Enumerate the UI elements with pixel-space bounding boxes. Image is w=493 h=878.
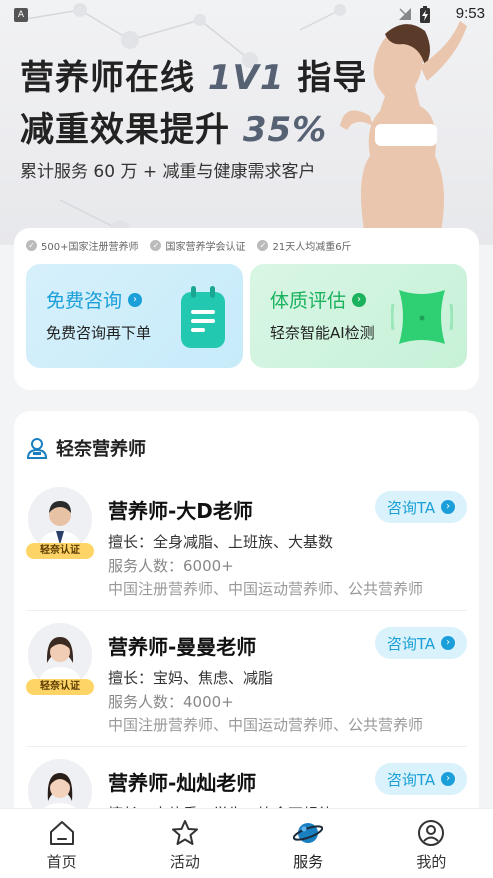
nutritionist-list: 轻奈营养师 轻奈认证 营养师-大D老师 擅长：全身减脂、上班族、大基数 服务人数… — [14, 411, 479, 831]
hero-subtitle: 累计服务 60 万 + 减重与健康需求客户 — [20, 162, 316, 182]
avatar-wrap: 轻奈认证 — [26, 623, 94, 703]
free-consult-tile[interactable]: 免费咨询 › 免费咨询再下单 — [26, 264, 243, 368]
status-bar: A 9:53 — [0, 0, 493, 30]
battery-icon — [420, 6, 430, 23]
bottom-nav: 首页 活动 服务 我的 — [0, 808, 493, 878]
body-waist-icon — [391, 290, 453, 344]
cert-item: ✓ 500+国家注册营养师 — [26, 238, 138, 253]
home-icon — [49, 821, 74, 845]
chevron-right-icon: › — [441, 500, 456, 514]
planet-icon — [293, 823, 324, 843]
nutritionist-item[interactable]: 轻奈认证 营养师-曼曼老师 擅长：宝妈、焦虑、减脂 服务人数：4000+ 中国注… — [14, 611, 479, 747]
nutritionist-name: 营养师-大D老师 — [108, 499, 253, 523]
chevron-right-icon: › — [441, 636, 456, 650]
chevron-right-icon: › — [352, 292, 367, 307]
hero-banner[interactable]: 营养师在线 1V1 指导 减重效果提升 35% 累计服务 60 万 + 减重与健… — [0, 0, 493, 245]
certified-badge: 轻奈认证 — [26, 679, 94, 695]
notepad-icon — [181, 286, 225, 348]
nutritionist-specialty: 擅长：宝妈、焦虑、减脂 — [108, 669, 274, 687]
body-assessment-tile[interactable]: 体质评估 › 轻奈智能AI检测 — [250, 264, 467, 368]
nutritionist-name: 营养师-曼曼老师 — [108, 635, 257, 659]
body-assessment-title: 体质评估 › — [270, 286, 367, 313]
list-header: 轻奈营养师 — [26, 435, 146, 461]
nutritionist-certs: 中国注册营养师、中国运动营养师、公共营养师 — [108, 716, 424, 734]
nutritionist-specialty: 擅长：全身减脂、上班族、大基数 — [108, 533, 334, 551]
feature-card: ✓ 500+国家注册营养师 ✓ 国家营养学会认证 ✓ 21天人均减重6斤 免费咨… — [14, 228, 479, 390]
notification-a-icon: A — [14, 8, 28, 22]
nav-mine[interactable]: 我的 — [370, 809, 493, 878]
hero-title-line2: 减重效果提升 35% — [20, 110, 328, 150]
signal-icon — [399, 8, 411, 20]
check-circle-icon: ✓ — [257, 240, 269, 251]
consult-button[interactable]: 咨询TA › — [375, 763, 467, 795]
profile-icon — [418, 820, 445, 846]
certification-row: ✓ 500+国家注册营养师 ✓ 国家营养学会认证 ✓ 21天人均减重6斤 — [26, 238, 352, 253]
nav-service[interactable]: 服务 — [247, 809, 370, 878]
fitness-model-image — [340, 21, 467, 236]
free-consult-title: 免费咨询 › — [46, 286, 143, 313]
body-assessment-subtitle: 轻奈智能AI检测 — [270, 324, 375, 342]
cert-item: ✓ 国家营养学会认证 — [150, 238, 245, 253]
nav-home[interactable]: 首页 — [0, 809, 123, 878]
nutritionist-count: 服务人数：4000+ — [108, 693, 234, 711]
avatar-wrap: 轻奈认证 — [26, 487, 94, 567]
consult-button[interactable]: 咨询TA › — [375, 491, 467, 523]
nutritionist-icon — [26, 438, 48, 459]
chevron-right-icon: › — [128, 292, 143, 307]
chevron-right-icon: › — [441, 772, 456, 786]
consult-button[interactable]: 咨询TA › — [375, 627, 467, 659]
nutritionist-count: 服务人数：6000+ — [108, 557, 234, 575]
nutritionist-name: 营养师-灿灿老师 — [108, 771, 257, 795]
cert-item: ✓ 21天人均减重6斤 — [257, 238, 352, 253]
nutritionist-item[interactable]: 轻奈认证 营养师-大D老师 擅长：全身减脂、上班族、大基数 服务人数：6000+… — [14, 475, 479, 611]
avatar — [28, 487, 92, 551]
clock: 9:53 — [455, 5, 485, 22]
check-circle-icon: ✓ — [26, 240, 37, 251]
free-consult-subtitle: 免费咨询再下单 — [46, 324, 152, 342]
avatar — [28, 623, 92, 687]
star-icon — [171, 820, 198, 845]
hero-title-line1: 营养师在线 1V1 指导 — [20, 58, 368, 98]
certified-badge: 轻奈认证 — [26, 543, 94, 559]
nutritionist-certs: 中国注册营养师、中国运动营养师、公共营养师 — [108, 580, 424, 598]
nav-activity[interactable]: 活动 — [123, 809, 246, 878]
check-circle-icon: ✓ — [150, 240, 162, 251]
